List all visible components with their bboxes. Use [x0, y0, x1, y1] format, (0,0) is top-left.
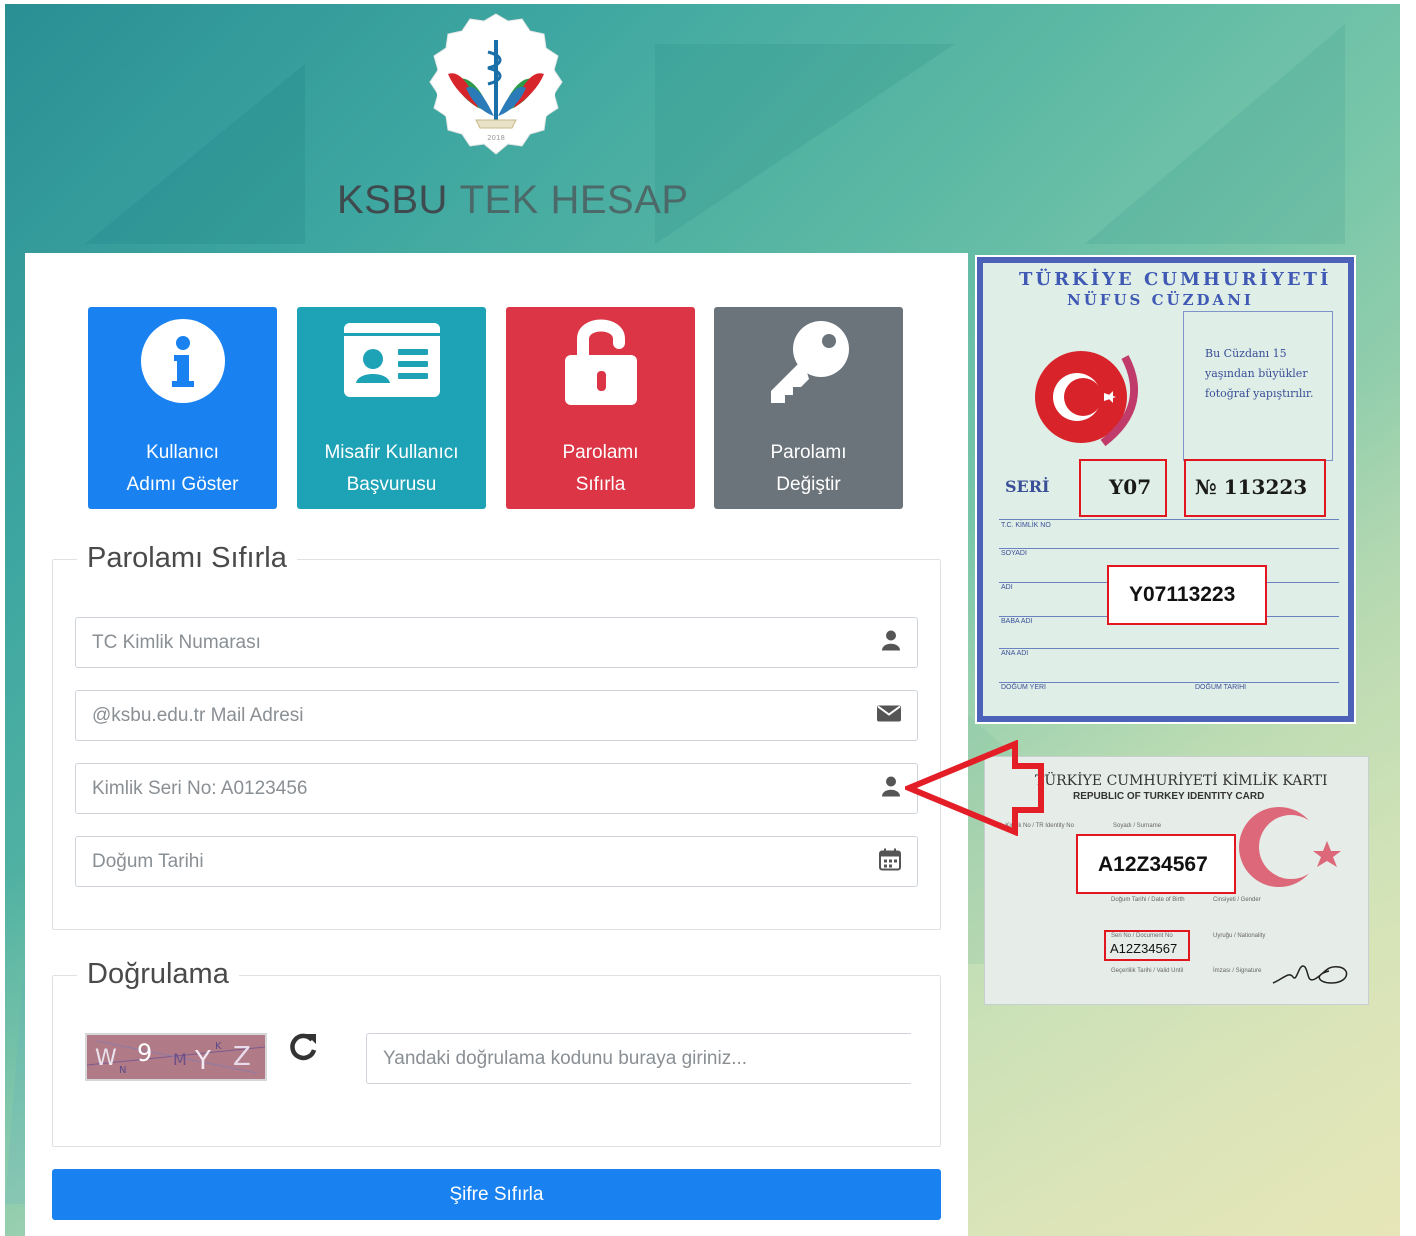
- user-icon: [881, 629, 901, 656]
- reset-password-tile[interactable]: Parolamı Sıfırla: [506, 307, 695, 509]
- old-card-row-label: DOĞUM TARİHİ: [1195, 684, 1247, 691]
- old-card-row-label: ANA ADI: [1001, 650, 1029, 657]
- new-card-label: Uyruğu / Nationality: [1213, 933, 1266, 939]
- calendar-icon: [879, 848, 901, 875]
- old-card-seri-label: SERİ: [1005, 477, 1050, 496]
- old-card-row-label: DOĞUM YERİ: [1001, 684, 1046, 691]
- ksbu-caduceus-logo-icon: 2018: [429, 13, 563, 155]
- tc-kimlik-input[interactable]: [76, 618, 917, 667]
- old-card-title-2: NÜFUS CÜZDANI: [1067, 291, 1254, 309]
- old-card-combined-serial: Y07113223: [1129, 583, 1236, 606]
- new-card-serial-big: A12Z34567: [1098, 853, 1208, 876]
- turkish-flag-emblem-icon: [1035, 351, 1139, 447]
- old-id-card-image: TÜRKİYE CUMHURİYETİ NÜFUS CÜZDANI Bu Cüz…: [975, 255, 1356, 724]
- id-card-icon: [342, 321, 442, 404]
- show-username-tile[interactable]: Kullanıcı Adımı Göster: [88, 307, 277, 509]
- svg-text:M: M: [173, 1050, 187, 1069]
- new-card-label: İmzası / Signature: [1213, 968, 1262, 974]
- unlock-icon: [559, 315, 643, 412]
- tile-label-line2: Başvurusu: [346, 474, 437, 495]
- key-icon: [763, 315, 855, 412]
- captcha-input[interactable]: [367, 1034, 911, 1083]
- old-card-note-3: fotoğraf yapıştırılır.: [1205, 387, 1314, 400]
- tile-label-line2: Sıfırla: [575, 474, 626, 495]
- guest-application-tile[interactable]: Misafir Kullanıcı Başvurusu: [297, 307, 486, 509]
- tile-label-line1: Parolamı: [562, 442, 639, 463]
- email-field[interactable]: [75, 690, 918, 741]
- email-input[interactable]: [76, 691, 917, 740]
- tile-label-line2: Adımı Göster: [126, 474, 239, 495]
- id-serial-input[interactable]: [76, 764, 917, 813]
- new-card-label: Soyadı / Surname: [1113, 823, 1162, 829]
- brand-bold: KSBU: [337, 178, 448, 222]
- svg-text:N: N: [119, 1065, 126, 1076]
- tile-label-line1: Kullanıcı: [146, 442, 219, 463]
- ksbu-logo: 2018: [424, 12, 568, 156]
- page-title: KSBU TEK HESAP: [337, 176, 689, 224]
- old-card-title-1: TÜRKİYE CUMHURİYETİ: [1019, 269, 1332, 290]
- old-card-row-label: T.C. KİMLİK NO: [1001, 522, 1051, 529]
- id-serial-field[interactable]: [75, 763, 918, 814]
- old-card-row-label: ADI: [1001, 584, 1013, 591]
- signature-icon: [1272, 965, 1348, 984]
- new-card-subtitle: REPUBLIC OF TURKEY IDENTITY CARD: [1073, 791, 1265, 802]
- user-icon: [881, 775, 901, 802]
- svg-text:K: K: [215, 1041, 222, 1052]
- old-card-no-value: № 113223: [1195, 475, 1308, 499]
- svg-text:W: W: [95, 1046, 117, 1071]
- captcha-image: W 9 M Y Z N K: [85, 1033, 267, 1081]
- new-card-title: TÜRKİYE CUMHURİYETİ KİMLİK KARTI: [1035, 773, 1328, 789]
- old-card-row-label: BABA ADI: [1001, 618, 1033, 625]
- tile-label-line1: Misafir Kullanıcı: [324, 442, 459, 463]
- birth-date-field[interactable]: [75, 836, 918, 887]
- birth-date-input[interactable]: [76, 837, 917, 886]
- old-card-note-1: Bu Cüzdanı 15: [1205, 347, 1287, 360]
- brand-light: TEK HESAP: [459, 178, 689, 222]
- tile-label-line1: Parolamı: [770, 442, 847, 463]
- logo-year: 2018: [487, 134, 505, 142]
- crescent-star-icon: [1239, 807, 1341, 887]
- change-password-tile[interactable]: Parolamı Değiştir: [714, 307, 903, 509]
- old-card-seri-value: Y07: [1109, 475, 1152, 499]
- reset-password-legend: Parolamı Sıfırla: [77, 536, 297, 580]
- photo-box: [1183, 311, 1333, 461]
- reset-password-submit-button[interactable]: Şifre Sıfırla: [52, 1169, 941, 1220]
- refresh-icon[interactable]: [286, 1030, 320, 1064]
- verification-legend: Doğrulama: [77, 952, 239, 996]
- arrow-pointer-icon: [905, 740, 1044, 836]
- new-card-serial-small: A12Z34567: [1110, 941, 1178, 956]
- info-icon: [139, 317, 227, 410]
- svg-text:Y: Y: [194, 1046, 211, 1076]
- old-card-note-2: yaşından büyükler: [1205, 367, 1308, 380]
- new-card-label: Cinsiyeti / Gender: [1213, 897, 1261, 903]
- svg-text:9: 9: [137, 1039, 152, 1067]
- old-card-row-label: SOYADI: [1001, 550, 1027, 557]
- tc-kimlik-field[interactable]: [75, 617, 918, 668]
- new-card-label: Geçerlilik Tarihi / Valid Until: [1111, 968, 1184, 974]
- new-card-label: Doğum Tarihi / Date of Birth: [1111, 897, 1185, 903]
- captcha-field[interactable]: [366, 1033, 911, 1084]
- envelope-icon: [877, 705, 901, 726]
- tile-label-line2: Değiştir: [776, 474, 841, 495]
- svg-text:Z: Z: [233, 1042, 251, 1072]
